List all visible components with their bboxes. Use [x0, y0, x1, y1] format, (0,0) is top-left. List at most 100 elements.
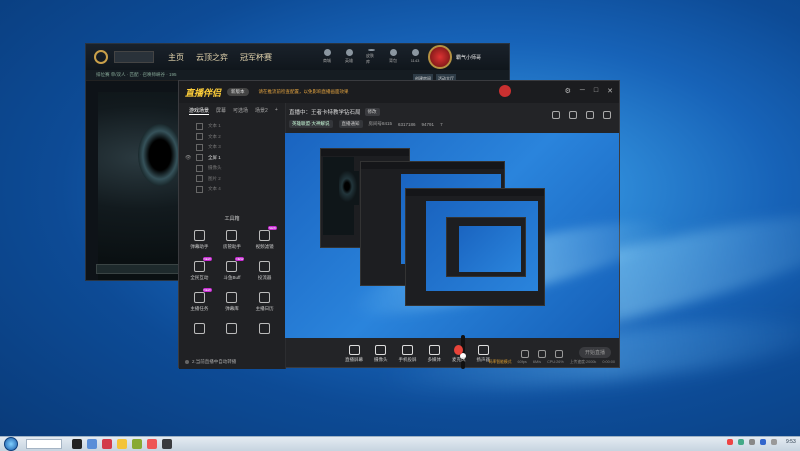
avatar[interactable]: [499, 85, 511, 97]
settings-icon[interactable]: ⚙: [565, 87, 571, 95]
tool-share[interactable]: [216, 322, 249, 334]
mail-icon[interactable]: [569, 111, 577, 119]
image-source-icon: [196, 175, 203, 183]
sidebar-footer: 2.当前直播中自动转播: [185, 359, 236, 365]
scene-label: 文本 1: [208, 123, 221, 129]
tab-game-scene[interactable]: 游戏场景: [189, 107, 210, 115]
new-badge: NEW: [202, 287, 212, 292]
game-search-input[interactable]: [114, 51, 154, 63]
scene-label: 图片 2: [208, 175, 221, 181]
game-nav-home[interactable]: 主页: [168, 52, 184, 63]
share-icon: [226, 322, 238, 334]
tool-library[interactable]: 弹幕库: [216, 291, 249, 312]
game-nav-champions-cup[interactable]: 冠军杯赛: [240, 52, 272, 63]
game-nav-tft[interactable]: 云顶之弈: [196, 52, 228, 63]
status-time: 0:00:00: [602, 360, 615, 364]
scene-tabs: 游戏场景 屏幕 可选场 场景2 +: [179, 103, 285, 115]
share-icon[interactable]: [603, 111, 611, 119]
avatar[interactable]: [428, 45, 452, 69]
tool-upload[interactable]: [183, 322, 216, 334]
sidebar-footer-text: 2.当前直播中自动转播: [192, 359, 237, 364]
library-icon: [226, 291, 238, 303]
nested-header: [361, 162, 504, 169]
version-button[interactable]: 新版本: [227, 88, 249, 96]
volume-icon[interactable]: [771, 439, 777, 445]
game-logo-icon[interactable]: [94, 50, 108, 64]
speaker-icon: [477, 345, 489, 355]
list-item[interactable]: 文本 4: [185, 184, 285, 195]
list-item[interactable]: 图片 2: [185, 174, 285, 185]
add-tab-icon[interactable]: +: [275, 107, 278, 115]
room-tool-icons: [552, 111, 611, 119]
tray-icon[interactable]: [727, 439, 733, 445]
media-icon: [428, 345, 440, 355]
status-bitrate: 6M/s: [532, 360, 542, 364]
taskbar-app-icon[interactable]: [132, 439, 142, 449]
tool-task[interactable]: NEW 主播任务: [183, 287, 216, 312]
tool-record[interactable]: [248, 322, 281, 334]
tab-screen[interactable]: 屏幕: [216, 107, 226, 115]
stream-preview[interactable]: [285, 133, 677, 369]
filter-icon: [259, 229, 271, 241]
start-button[interactable]: [4, 437, 18, 451]
text-source-icon: [196, 133, 203, 141]
tool-label: 主播任务: [190, 305, 209, 311]
nested-header: [406, 189, 544, 196]
tool-label: 投流器: [257, 274, 272, 280]
tool-boost[interactable]: 投流器: [248, 260, 281, 281]
tray-icon[interactable]: [738, 439, 744, 445]
tool-label: 主播日历: [255, 305, 274, 311]
backpack-icon[interactable]: 背包: [388, 49, 398, 65]
buff-icon: [226, 260, 238, 272]
bell-icon[interactable]: [586, 111, 594, 119]
tab-scene2[interactable]: 场景2: [255, 107, 268, 115]
tool-buff[interactable]: NEW 斗鱼Buff: [216, 256, 249, 281]
stream-main-panel: 直播中：王者卡特教学钻石局 修改 英雄联盟·大神解说 直播通知 房间号8415 …: [285, 103, 677, 369]
game-client-topbar: 主页 云顶之弈 冠军杯赛 商城 英雄 皮肤库 背包 1143 霸气小师哥: [86, 44, 509, 70]
tool-filter[interactable]: NEW 视频滤镜: [248, 225, 281, 250]
list-item[interactable]: 👁 全屏 1: [185, 153, 285, 164]
brand-main: 直播伴侣: [185, 87, 222, 98]
store-icon[interactable]: 商城: [322, 49, 332, 65]
category-tag[interactable]: 英雄联盟·大神解说: [289, 120, 333, 128]
header-notice[interactable]: 请在推流前检查配置，以免影响直播画面效果: [259, 89, 349, 95]
scene-label: 摄像头: [208, 165, 222, 171]
list-item[interactable]: 摄像头: [185, 163, 285, 174]
modify-title-button[interactable]: 修改: [364, 108, 380, 116]
eye-icon[interactable]: 👁: [185, 155, 191, 161]
interact-icon: [193, 260, 205, 272]
skin-icon[interactable]: 皮肤库: [366, 49, 376, 65]
copy-icon[interactable]: [552, 111, 560, 119]
taskbar-app-icon[interactable]: [147, 439, 157, 449]
maximize-icon[interactable]: □: [594, 87, 598, 95]
clock[interactable]: 9:53: [786, 439, 796, 445]
list-item[interactable]: 文本 3: [185, 142, 285, 153]
taskbar-app-icon[interactable]: [162, 439, 172, 449]
taskbar-app-icon[interactable]: [102, 439, 112, 449]
close-icon[interactable]: ✕: [607, 87, 613, 95]
tab-optional[interactable]: 可选场: [233, 107, 248, 115]
screen-icon: [348, 345, 360, 355]
nested-stream-window-3: [446, 217, 526, 277]
taskbar-app-icon[interactable]: [117, 439, 127, 449]
game-nav: 主页 云顶之弈 冠军杯赛: [168, 52, 272, 63]
tray-icon[interactable]: [749, 439, 755, 445]
hero-icon[interactable]: 英雄: [344, 49, 354, 65]
notice-tag[interactable]: 直播通知: [338, 120, 363, 128]
text-source-icon: [196, 143, 203, 151]
taskbar-app-icon[interactable]: [87, 439, 97, 449]
minimize-icon[interactable]: ─: [580, 87, 585, 95]
tool-interact[interactable]: NEW 全民互动: [183, 256, 216, 281]
list-item[interactable]: 文本 1: [185, 121, 285, 132]
mic-icon: [454, 345, 464, 355]
taskbar-app-icon[interactable]: [72, 439, 82, 449]
tool-calendar[interactable]: 主播日历: [248, 291, 281, 312]
tool-danmu[interactable]: 弹幕助手: [183, 229, 216, 250]
game-subnav-text: 排位赛 单/双人 · 匹配 · 召唤师峡谷 · 195: [96, 72, 177, 77]
network-icon[interactable]: [760, 439, 766, 445]
tool-admin[interactable]: 房管助手: [216, 229, 249, 250]
stream-app-window[interactable]: 直播伴侣 新版本 请在推流前检查配置，以免影响直播画面效果 ⚙ ─ □ ✕ 游戏…: [178, 80, 677, 369]
new-badge: NEW: [202, 256, 212, 261]
taskbar-search-input[interactable]: [26, 439, 62, 449]
list-item[interactable]: 文本 2: [185, 132, 285, 143]
